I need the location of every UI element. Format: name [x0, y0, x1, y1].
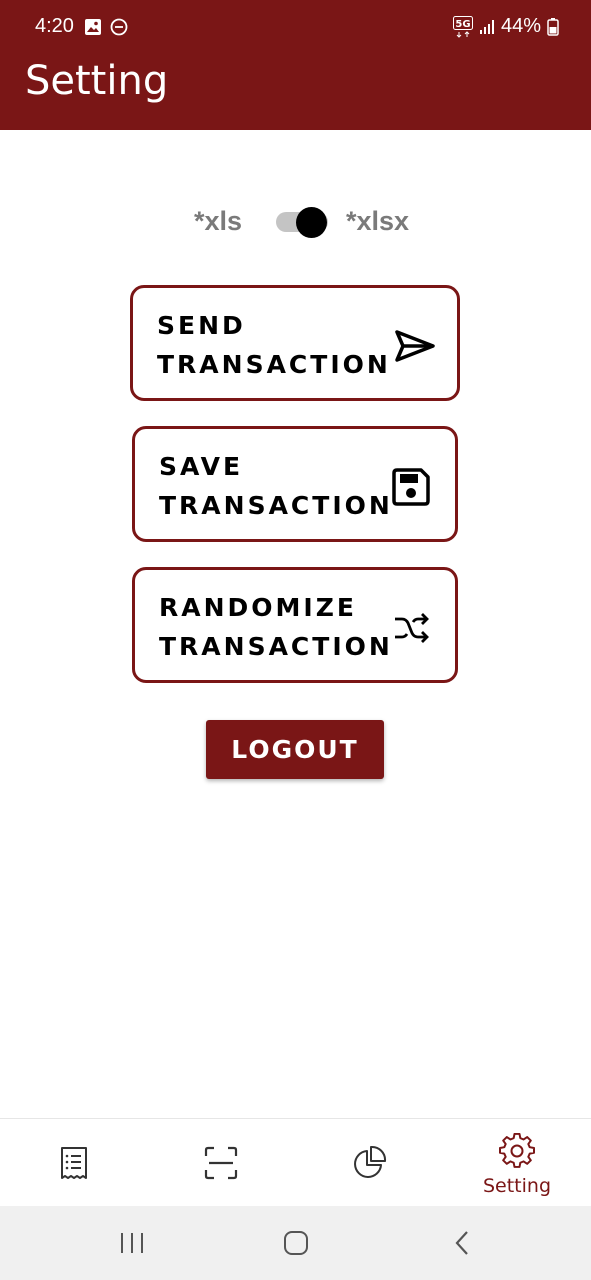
image-notification-icon: [85, 19, 101, 35]
gear-icon: [499, 1133, 535, 1168]
dnd-icon: [110, 18, 128, 36]
page-title: Setting: [25, 58, 169, 104]
system-nav-bar: [0, 1206, 591, 1280]
receipt-list-icon: [61, 1147, 87, 1179]
randomize-transaction-button[interactable]: RANDOMIZE TRANSACTION: [132, 567, 458, 683]
status-bar: 4:20 5G 44%: [0, 0, 591, 56]
status-right: 5G 44%: [452, 15, 559, 38]
network-5g-icon: 5G: [452, 15, 473, 38]
recent-apps-icon[interactable]: [117, 1228, 147, 1258]
back-icon[interactable]: [448, 1228, 478, 1258]
send-icon: [395, 330, 435, 362]
export-format-row: *xls *xlsx: [0, 198, 591, 244]
nav-item-reports[interactable]: [309, 1119, 429, 1207]
battery-percent: 44%: [500, 15, 541, 37]
send-transaction-label: SEND TRANSACTION: [157, 311, 391, 379]
randomize-transaction-label: RANDOMIZE TRANSACTION: [159, 593, 393, 661]
floppy-disk-icon: [392, 468, 430, 506]
scan-frame-icon: [204, 1146, 238, 1180]
xls-label: *xls: [194, 206, 243, 236]
nav-item-setting[interactable]: Setting: [457, 1119, 577, 1207]
home-icon[interactable]: [281, 1228, 311, 1258]
network-type: 5G: [455, 19, 470, 30]
nav-item-receipts[interactable]: [14, 1119, 134, 1207]
send-transaction-button[interactable]: SEND TRANSACTION: [130, 285, 460, 401]
shuffle-icon: [395, 613, 429, 643]
nav-item-scan[interactable]: [161, 1119, 281, 1207]
logout-button[interactable]: LOGOUT: [206, 720, 384, 779]
bottom-nav: Setting: [0, 1118, 591, 1206]
app-header: 4:20 5G 44% Setting: [0, 0, 591, 130]
format-toggle[interactable]: [276, 207, 328, 238]
battery-icon: [547, 17, 559, 36]
save-transaction-label: SAVE TRANSACTION: [159, 452, 393, 520]
signal-icon: [479, 19, 494, 34]
status-time: 4:20: [35, 15, 74, 37]
pie-chart-icon: [354, 1145, 387, 1178]
toggle-thumb: [296, 207, 327, 238]
save-transaction-button[interactable]: SAVE TRANSACTION: [132, 426, 458, 542]
nav-setting-label: Setting: [482, 1175, 552, 1197]
status-notification-icons: [84, 18, 128, 36]
xlsx-label: *xlsx: [346, 206, 410, 236]
